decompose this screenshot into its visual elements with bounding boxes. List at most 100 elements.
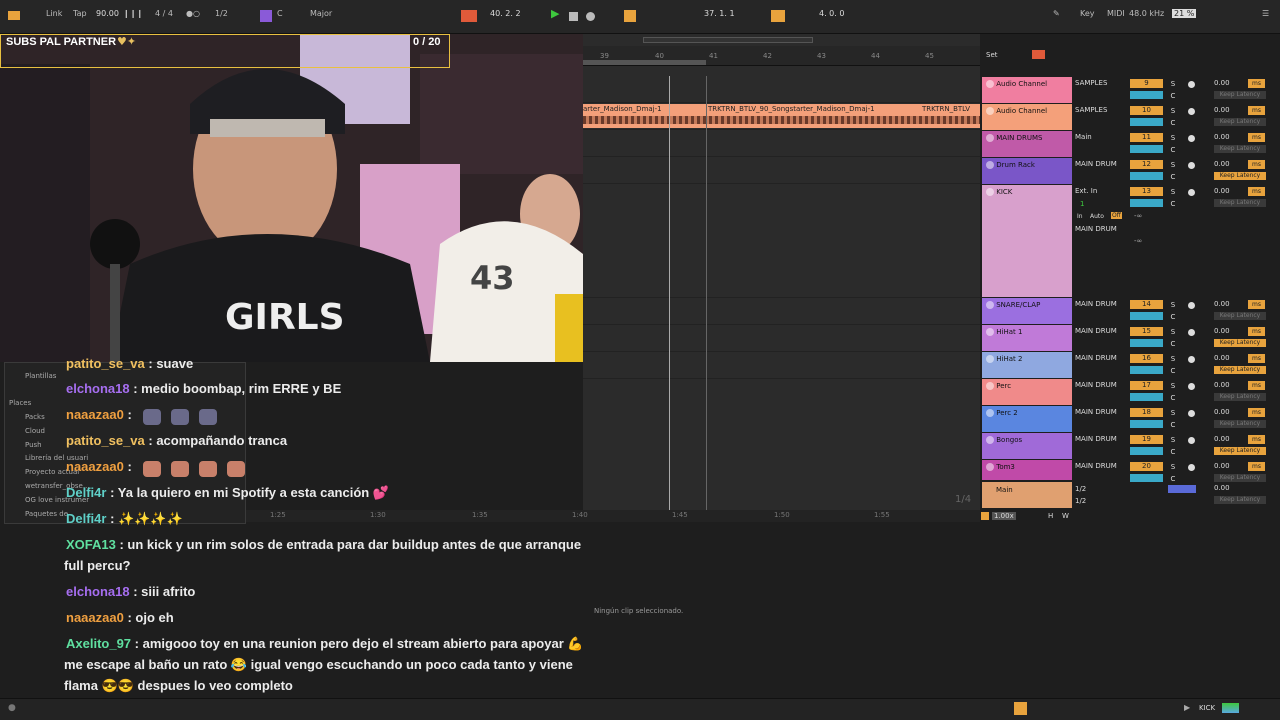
- keep-latency-button[interactable]: Keep Latency: [1214, 145, 1266, 153]
- track-io[interactable]: Ext. In: [1075, 187, 1097, 195]
- solo-button[interactable]: S: [1168, 381, 1178, 391]
- metronome-icon[interactable]: ●○: [186, 9, 200, 18]
- solo-button[interactable]: S: [1168, 133, 1178, 143]
- track-io[interactable]: SAMPLES: [1075, 79, 1107, 87]
- arm-icon[interactable]: [1188, 464, 1195, 471]
- draw-mode-icon[interactable]: ✎: [1053, 9, 1060, 18]
- fold-icon[interactable]: [986, 463, 994, 471]
- kick-input-channel[interactable]: 1: [1080, 200, 1084, 208]
- key-map-button[interactable]: Key: [1080, 9, 1095, 18]
- cue-button[interactable]: C: [1168, 366, 1178, 376]
- automation-arm-icon[interactable]: [624, 10, 636, 22]
- lane-audio-9[interactable]: [583, 76, 980, 103]
- w-button[interactable]: W: [1062, 512, 1069, 520]
- track-number[interactable]: 10: [1130, 106, 1163, 115]
- time-signature[interactable]: 4 / 4: [155, 9, 173, 18]
- track-pan[interactable]: [1130, 312, 1163, 320]
- arm-icon[interactable]: [1188, 189, 1195, 196]
- track-io[interactable]: MAIN DRUM: [1075, 300, 1117, 308]
- track-number[interactable]: 16: [1130, 354, 1163, 363]
- track-header[interactable]: HiHat 1: [982, 325, 1072, 351]
- track-number[interactable]: 13: [1130, 187, 1163, 196]
- chat-username[interactable]: Delfi4r: [66, 485, 106, 500]
- monitor-in[interactable]: In: [1077, 213, 1083, 220]
- key-root-select[interactable]: C: [277, 9, 283, 18]
- record-icon[interactable]: [586, 12, 595, 21]
- track-pan[interactable]: [1130, 118, 1163, 126]
- main-volume[interactable]: 0.00: [1214, 484, 1230, 492]
- chat-username[interactable]: elchona18: [66, 381, 130, 396]
- track-header[interactable]: Bongos: [982, 433, 1072, 459]
- cue-button[interactable]: C: [1168, 420, 1178, 430]
- fold-icon[interactable]: [986, 107, 994, 115]
- status-info-icon[interactable]: ●: [8, 703, 16, 713]
- track-pan[interactable]: [1130, 91, 1163, 99]
- chat-username[interactable]: Axelito_97: [66, 636, 131, 651]
- arm-icon[interactable]: [1188, 81, 1195, 88]
- monitor-auto[interactable]: Auto: [1090, 213, 1104, 220]
- loop-brace[interactable]: [583, 60, 706, 65]
- arm-icon[interactable]: [1188, 108, 1195, 115]
- fold-icon[interactable]: [986, 188, 994, 196]
- zoom-icon[interactable]: [981, 512, 989, 520]
- track-header[interactable]: Tom3: [982, 460, 1072, 480]
- track-number[interactable]: 12: [1130, 160, 1163, 169]
- send-a[interactable]: -∞: [1134, 212, 1142, 220]
- lane-drum-rack[interactable]: [583, 157, 980, 184]
- main-io-2[interactable]: 1/2: [1075, 497, 1086, 505]
- solo-button[interactable]: S: [1168, 435, 1178, 445]
- cue-button[interactable]: C: [1168, 91, 1178, 101]
- track-volume[interactable]: 0.00: [1214, 462, 1230, 470]
- solo-button[interactable]: S: [1168, 106, 1178, 116]
- chat-username[interactable]: Delfi4r: [66, 511, 106, 526]
- track-header[interactable]: Perc: [982, 379, 1072, 405]
- track-volume[interactable]: 0.00: [1214, 408, 1230, 416]
- track-volume[interactable]: 0.00: [1214, 354, 1230, 362]
- ms-toggle[interactable]: ms: [1248, 106, 1265, 115]
- audio-clip[interactable]: arter_Madison_Dmaj-1 TRKTRN_BTLV_90_Song…: [583, 104, 980, 128]
- keep-latency-button[interactable]: Keep Latency: [1214, 118, 1266, 126]
- fold-icon[interactable]: [986, 436, 994, 444]
- arm-icon[interactable]: [1188, 437, 1195, 444]
- solo-button[interactable]: S: [1168, 327, 1178, 337]
- lane-hihat1[interactable]: [583, 325, 980, 352]
- solo-button[interactable]: S: [1168, 160, 1178, 170]
- arm-icon[interactable]: [1188, 302, 1195, 309]
- menu-icon[interactable]: [8, 11, 20, 20]
- keep-latency-button[interactable]: Keep Latency: [1214, 312, 1266, 320]
- chat-username[interactable]: naaazaa0: [66, 407, 124, 422]
- keep-latency-button[interactable]: Keep Latency: [1214, 447, 1266, 455]
- solo-button[interactable]: S: [1168, 187, 1178, 197]
- send-b[interactable]: -∞: [1134, 237, 1142, 245]
- track-volume[interactable]: 0.00: [1214, 300, 1230, 308]
- track-volume[interactable]: 0.00: [1214, 187, 1230, 195]
- main-io-1[interactable]: 1/2: [1075, 485, 1086, 493]
- chat-username[interactable]: naaazaa0: [66, 459, 124, 474]
- ms-toggle[interactable]: ms: [1248, 462, 1265, 471]
- midi-map-button[interactable]: MIDI: [1107, 9, 1125, 18]
- track-pan[interactable]: [1130, 447, 1163, 455]
- arm-icon[interactable]: [1188, 383, 1195, 390]
- cue-button[interactable]: C: [1168, 145, 1178, 155]
- lane-audio-10[interactable]: arter_Madison_Dmaj-1 TRKTRN_BTLV_90_Song…: [583, 103, 980, 130]
- track-io[interactable]: MAIN DRUM: [1075, 462, 1117, 470]
- track-io[interactable]: MAIN DRUM: [1075, 435, 1117, 443]
- track-volume[interactable]: 0.00: [1214, 79, 1230, 87]
- track-number[interactable]: 15: [1130, 327, 1163, 336]
- cue-button[interactable]: C: [1168, 393, 1178, 403]
- keep-latency-button[interactable]: Keep Latency: [1214, 366, 1266, 374]
- track-number[interactable]: 17: [1130, 381, 1163, 390]
- chat-username[interactable]: patito_se_va: [66, 356, 145, 371]
- zoom-field[interactable]: 1.00x: [992, 512, 1016, 520]
- track-main[interactable]: Main: [982, 482, 1072, 508]
- track-io[interactable]: MAIN DRUM: [1075, 354, 1117, 362]
- scale-mode-icon[interactable]: [260, 10, 272, 22]
- scale-select[interactable]: Major: [310, 9, 332, 18]
- track-io[interactable]: Main: [1075, 133, 1092, 141]
- lane-main-drums[interactable]: [583, 130, 980, 157]
- main-pan[interactable]: [1168, 485, 1196, 493]
- h-button[interactable]: H: [1048, 512, 1053, 520]
- ms-toggle[interactable]: ms: [1248, 300, 1265, 309]
- more-icon[interactable]: ☰: [1262, 9, 1269, 18]
- keep-latency-button[interactable]: Keep Latency: [1214, 474, 1266, 482]
